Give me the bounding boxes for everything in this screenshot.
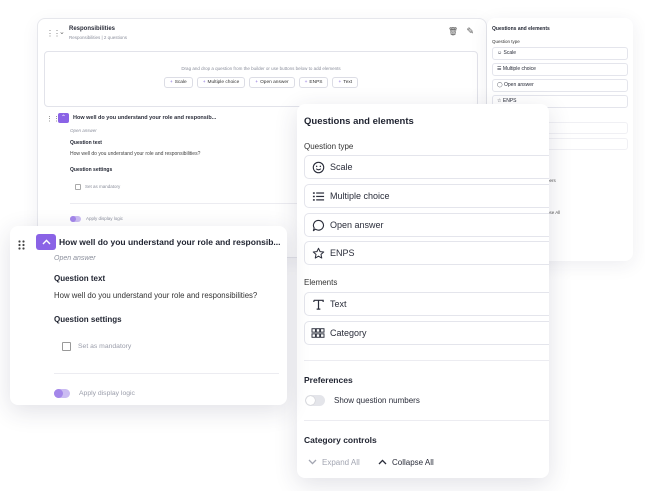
- mandatory-checkbox[interactable]: [75, 184, 81, 190]
- question-type-label: Question type: [304, 142, 354, 151]
- chevron-down-icon: [308, 458, 317, 467]
- smiley-icon: [311, 160, 325, 174]
- question-type: Open answer: [70, 128, 97, 133]
- mandatory-label: Set as mandatory: [78, 343, 132, 350]
- display-logic-label: Apply display logic: [86, 216, 124, 221]
- preferences-label: Preferences: [304, 375, 353, 385]
- section-header: ⋮⋮ ⌄ Responsibilities Responsibilities |…: [38, 19, 486, 49]
- option-scale[interactable]: Scale: [304, 155, 549, 179]
- dropzone[interactable]: Drag and drop a question from the builde…: [44, 51, 478, 107]
- option-open-answer[interactable]: Open answer: [304, 213, 549, 237]
- dropzone-hint: Drag and drop a question from the builde…: [181, 66, 341, 71]
- chevron-up-icon[interactable]: ⌃: [58, 113, 69, 123]
- mandatory-label: Set as mandatory: [85, 184, 121, 189]
- bg-option-multiple-choice[interactable]: ☰ Multiple choice: [492, 63, 628, 76]
- question-text-label: Question text: [70, 140, 102, 146]
- question-text-value[interactable]: How well do you understand your role and…: [70, 151, 200, 157]
- plus-icon: +: [202, 80, 206, 85]
- section-title: Responsibilities: [69, 26, 116, 32]
- expand-all-button[interactable]: Expand All: [308, 458, 360, 467]
- question-text-label: Question text: [54, 274, 106, 283]
- show-question-numbers-label: Show question numbers: [334, 396, 420, 405]
- panel-title: Questions and elements: [492, 26, 550, 32]
- plus-icon: +: [304, 80, 308, 85]
- collapse-all-button[interactable]: Collapse All: [378, 458, 434, 467]
- drag-handle-icon[interactable]: [18, 237, 25, 255]
- plus-icon: +: [255, 80, 259, 85]
- speech-bubble-icon: [311, 218, 325, 232]
- list-icon: ☰: [497, 66, 502, 72]
- pencil-icon[interactable]: ✎: [466, 26, 474, 37]
- plus-icon: +: [338, 80, 342, 85]
- plus-icon: +: [169, 80, 173, 85]
- trash-icon[interactable]: 🗑: [448, 27, 458, 36]
- display-logic-toggle[interactable]: [54, 389, 70, 398]
- mandatory-checkbox[interactable]: [62, 342, 71, 351]
- bg-option-scale[interactable]: ☺ Scale: [492, 47, 628, 60]
- add-text-button[interactable]: + Text: [332, 77, 359, 88]
- option-enps[interactable]: ENPS: [304, 241, 549, 265]
- option-label: Open answer: [330, 220, 384, 230]
- option-multiple-choice[interactable]: Multiple choice: [304, 184, 549, 208]
- speech-bubble-icon: ◯: [497, 82, 503, 88]
- divider: [304, 360, 549, 361]
- add-enps-button[interactable]: + ENPS: [298, 77, 329, 88]
- panel-title: Questions and elements: [304, 116, 414, 127]
- collapse-question-button[interactable]: [36, 234, 56, 250]
- smiley-icon: ☺: [497, 50, 503, 56]
- element-category[interactable]: Category: [304, 321, 549, 345]
- chevron-up-icon: [378, 458, 387, 467]
- element-label: Category: [330, 328, 367, 338]
- question-text-value[interactable]: How well do you understand your role and…: [54, 291, 257, 300]
- add-multiple-choice-button[interactable]: + Multiple choice: [196, 77, 246, 88]
- bg-option-open-answer[interactable]: ◯ Open answer: [492, 79, 628, 92]
- question-settings-label: Question settings: [70, 167, 113, 173]
- show-question-numbers-toggle[interactable]: [305, 395, 325, 406]
- element-text[interactable]: Text: [304, 292, 549, 316]
- elements-label: Elements: [304, 278, 338, 287]
- chevron-down-icon[interactable]: ⌄: [59, 28, 65, 36]
- element-label: Text: [330, 299, 347, 309]
- chevron-up-icon: [41, 239, 51, 245]
- display-logic-toggle[interactable]: [70, 216, 81, 222]
- question-title: How well do you understand your role and…: [73, 115, 217, 121]
- option-label: Multiple choice: [330, 191, 390, 201]
- list-icon: [311, 189, 325, 203]
- question-settings-label: Question settings: [54, 315, 122, 324]
- star-icon: [311, 246, 325, 260]
- question-type: Open answer: [54, 255, 96, 262]
- option-label: ENPS: [330, 248, 355, 258]
- divider: [304, 420, 549, 421]
- question-card: How well do you understand your role and…: [10, 226, 287, 405]
- question-title: How well do you understand your role and…: [59, 237, 281, 247]
- questions-elements-panel: Questions and elements Question type Sca…: [297, 104, 549, 478]
- text-t-icon: [311, 297, 325, 311]
- category-grid-icon: [311, 326, 325, 340]
- category-controls-label: Category controls: [304, 435, 377, 445]
- add-buttons-row: + Scale + Multiple choice + Open answer + EN…: [45, 77, 477, 88]
- drag-handle-icon[interactable]: ⋮⋮: [46, 29, 61, 38]
- divider: [54, 373, 279, 374]
- add-open-answer-button[interactable]: + Open answer: [249, 77, 295, 88]
- section-subtitle: Responsibilities | 2 questions: [69, 35, 127, 40]
- display-logic-label: Apply display logic: [79, 390, 135, 397]
- option-label: Scale: [330, 162, 353, 172]
- add-scale-button[interactable]: + Scale: [163, 77, 193, 88]
- question-type-label: Question type: [492, 39, 520, 44]
